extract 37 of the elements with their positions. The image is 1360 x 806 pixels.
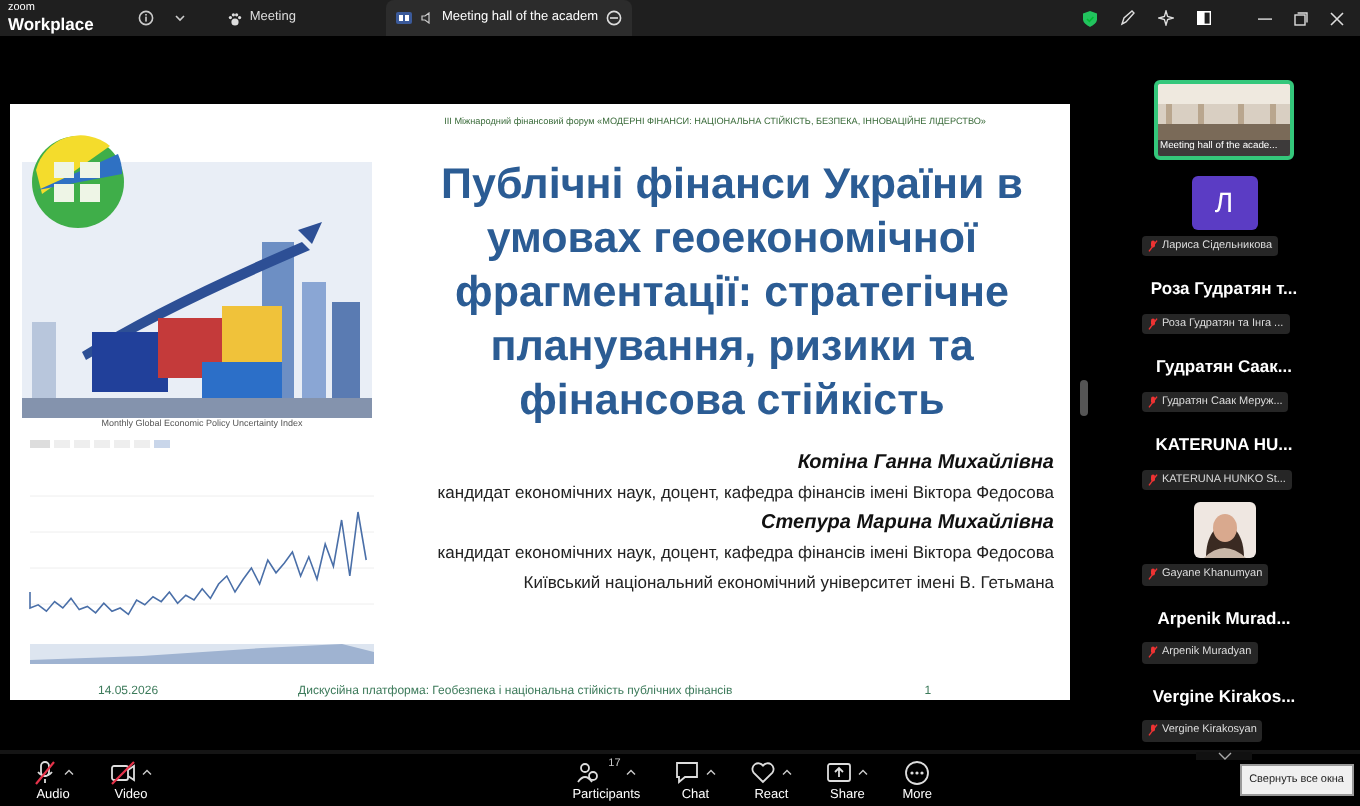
slide-title-line: фінансова стійкість <box>517 373 947 428</box>
participant-tile-name: Vergine Kirakos... <box>1152 683 1296 709</box>
screen-share-icon <box>826 759 853 786</box>
author-affiliation: Київський національний економічний університет імені В. Гетьмана <box>523 569 1054 596</box>
avatar: Л <box>1191 176 1257 230</box>
presentation-icon <box>395 12 412 24</box>
restore-icon[interactable] <box>1294 11 1308 25</box>
paw-icon <box>227 11 242 25</box>
author-affiliation: кандидат економічних наук, доцент, кафедра фінансів імені Віктора Федосова <box>437 539 1054 566</box>
slide-title-line: умовах геоекономічної <box>484 211 980 266</box>
more-icon <box>904 759 931 786</box>
minus-circle-icon[interactable] <box>606 10 623 26</box>
participant-tile-name: Роза Гудратян т... <box>1150 276 1298 302</box>
chat-bubble-icon <box>674 759 701 786</box>
logo-icon <box>30 133 126 230</box>
chevron-icon[interactable] <box>173 14 186 22</box>
info-icon[interactable] <box>137 10 154 26</box>
author-name: Степура Марина Михайлівна <box>761 509 1054 538</box>
heart-icon <box>750 759 777 786</box>
chevron-icon <box>1217 751 1231 759</box>
sparkle-icon[interactable] <box>1158 10 1174 26</box>
slide-title-line: фрагментації: стратегічне <box>453 265 1011 320</box>
people-icon <box>576 759 603 786</box>
pen-icon[interactable] <box>1120 10 1136 26</box>
speaker-icon <box>419 12 434 24</box>
close-icon[interactable] <box>1330 11 1344 25</box>
layout-icon[interactable] <box>1196 10 1212 26</box>
resize-handle[interactable] <box>1080 380 1088 416</box>
shield-icon[interactable] <box>1082 9 1098 27</box>
participant-tile-name: Arpenik Murad... <box>1157 605 1291 631</box>
slide-title-line: планування, ризики та <box>488 319 976 374</box>
author-affiliation: кандидат економічних наук, доцент, кафедра фінансів імені Віктора Федосова <box>437 479 1054 506</box>
participant-tile-name: Гудратян Саак... <box>1156 354 1292 380</box>
logo-text: Workplace <box>8 15 94 32</box>
slide-title-line: Публічні фінанси України в <box>439 157 1025 212</box>
author-name: Котіна Ганна Михайлівна <box>797 449 1054 478</box>
participant-tile-name: KATERUNA HU... <box>1155 432 1293 458</box>
